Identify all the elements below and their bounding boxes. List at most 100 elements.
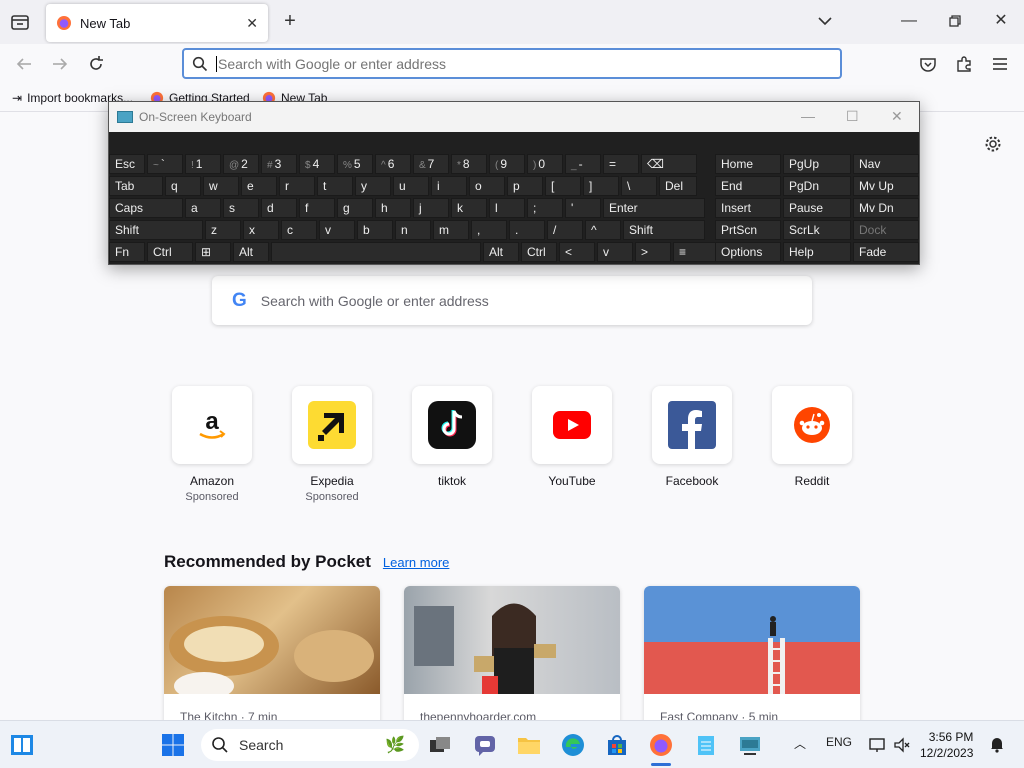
osk-key[interactable]: \ xyxy=(621,176,657,196)
osk-key[interactable]: @2 xyxy=(223,154,259,174)
taskbar-search[interactable]: Search 🌿 xyxy=(201,729,419,761)
osk-key[interactable]: ' xyxy=(565,198,601,218)
notification-bell-icon[interactable] xyxy=(988,735,1006,753)
shortcut-tiktok[interactable]: tiktok xyxy=(412,386,492,488)
file-explorer-icon[interactable] xyxy=(517,733,541,757)
pocket-icon[interactable] xyxy=(918,54,938,74)
osk-side-key[interactable]: Home xyxy=(715,154,781,174)
osk-key[interactable]: . xyxy=(509,220,545,240)
osk-key[interactable]: ] xyxy=(583,176,619,196)
learn-more-link[interactable]: Learn more xyxy=(383,555,449,570)
osk-side-key[interactable]: PgUp xyxy=(783,154,851,174)
display-icon[interactable] xyxy=(868,736,886,754)
osk-key[interactable]: t xyxy=(317,176,353,196)
osk-key[interactable]: ; xyxy=(527,198,563,218)
osk-side-key[interactable]: Fade xyxy=(853,242,919,262)
osk-key[interactable]: b xyxy=(357,220,393,240)
osk-side-key[interactable]: ScrLk xyxy=(783,220,851,240)
pocket-card[interactable]: thepennyhoarder.com xyxy=(404,586,620,720)
osk-key[interactable]: k xyxy=(451,198,487,218)
osk-key[interactable]: ⊞ xyxy=(195,242,231,262)
osk-key[interactable]: r xyxy=(279,176,315,196)
osk-key[interactable]: e xyxy=(241,176,277,196)
start-icon[interactable] xyxy=(161,733,185,757)
firefox-icon[interactable] xyxy=(649,733,673,757)
microsoft-store-icon[interactable] xyxy=(605,733,629,757)
pocket-card[interactable]: The Kitchn · 7 min xyxy=(164,586,380,720)
shortcut-expedia[interactable]: Expedia Sponsored xyxy=(292,386,372,503)
close-window-icon[interactable]: ✕ xyxy=(992,12,1010,30)
osk-side-key[interactable]: PrtScn xyxy=(715,220,781,240)
osk-key[interactable]: v xyxy=(319,220,355,240)
minimize-icon[interactable]: — xyxy=(900,12,918,30)
osk-key[interactable]: w xyxy=(203,176,239,196)
tab-new-tab[interactable]: New Tab ✕ xyxy=(46,4,268,42)
osk-key[interactable]: ^ xyxy=(585,220,621,240)
address-input[interactable] xyxy=(218,55,840,72)
osk-key[interactable]: s xyxy=(223,198,259,218)
osk-side-key[interactable]: End xyxy=(715,176,781,196)
osk-key[interactable]: , xyxy=(471,220,507,240)
osk-key[interactable]: Alt xyxy=(233,242,269,262)
osk-key[interactable]: l xyxy=(489,198,525,218)
osk-key[interactable]: n xyxy=(395,220,431,240)
osk-key[interactable]: > xyxy=(635,242,671,262)
extensions-icon[interactable] xyxy=(954,54,974,74)
pocket-card[interactable]: Fast Company · 5 min xyxy=(644,586,860,720)
osk-key[interactable]: (9 xyxy=(489,154,525,174)
osk-key[interactable]: & 7 xyxy=(413,154,449,174)
osk-key[interactable]: Tab xyxy=(109,176,163,196)
osk-side-key[interactable]: Dock xyxy=(853,220,919,240)
list-all-tabs-icon[interactable] xyxy=(8,11,32,33)
osk-key[interactable]: Del xyxy=(659,176,697,196)
osk-key[interactable]: p xyxy=(507,176,543,196)
osk-key[interactable]: ^ 6 xyxy=(375,154,411,174)
volume-muted-icon[interactable] xyxy=(893,736,911,754)
osk-key[interactable]: ) 0 xyxy=(527,154,563,174)
osk-key[interactable]: g xyxy=(337,198,373,218)
osk-key[interactable]: c xyxy=(281,220,317,240)
osk-key[interactable]: y xyxy=(355,176,391,196)
forward-icon[interactable] xyxy=(50,54,70,74)
osk-key[interactable]: Alt xyxy=(483,242,519,262)
osk-side-key[interactable]: Mv Up xyxy=(853,176,919,196)
osk-key[interactable]: h xyxy=(375,198,411,218)
osk-key[interactable]: f xyxy=(299,198,335,218)
address-bar[interactable] xyxy=(182,48,842,79)
osk-key[interactable]: j xyxy=(413,198,449,218)
osk-key[interactable]: d xyxy=(261,198,297,218)
osk-key[interactable]: = xyxy=(603,154,639,174)
notepad-icon[interactable] xyxy=(694,733,718,757)
new-tab-button[interactable]: + xyxy=(280,11,300,33)
osk-key[interactable]: a xyxy=(185,198,221,218)
on-screen-keyboard-app-icon[interactable] xyxy=(738,733,762,757)
osk-key[interactable]: i xyxy=(431,176,467,196)
task-view-icon[interactable] xyxy=(428,733,452,757)
reload-icon[interactable] xyxy=(86,54,106,74)
osk-key[interactable]: q xyxy=(165,176,201,196)
back-icon[interactable] xyxy=(14,54,34,74)
maximize-icon[interactable]: ☐ xyxy=(846,108,859,125)
teams-chat-icon[interactable] xyxy=(473,733,497,757)
language-indicator[interactable]: ENG xyxy=(826,735,852,749)
osk-key[interactable] xyxy=(271,242,481,262)
osk-key[interactable]: Shift xyxy=(623,220,705,240)
osk-key[interactable]: ! 1 xyxy=(185,154,221,174)
shortcut-facebook[interactable]: Facebook xyxy=(652,386,732,488)
osk-key[interactable]: Ctrl xyxy=(521,242,557,262)
menu-icon[interactable] xyxy=(990,54,1010,74)
osk-side-key[interactable]: Pause xyxy=(783,198,851,218)
osk-key[interactable]: m xyxy=(433,220,469,240)
clock[interactable]: 3:56 PM 12/2/2023 xyxy=(920,729,973,761)
chevron-down-icon[interactable] xyxy=(816,12,834,30)
osk-side-key[interactable]: Insert xyxy=(715,198,781,218)
osk-key[interactable]: Esc xyxy=(109,154,145,174)
close-icon[interactable]: ✕ xyxy=(891,108,903,125)
osk-key[interactable]: * 8 xyxy=(451,154,487,174)
minimize-icon[interactable]: — xyxy=(801,108,815,124)
restore-icon[interactable] xyxy=(946,12,964,30)
osk-key[interactable]: o xyxy=(469,176,505,196)
osk-side-key[interactable]: PgDn xyxy=(783,176,851,196)
osk-key[interactable]: ~ ` xyxy=(147,154,183,174)
edge-icon[interactable] xyxy=(561,733,585,757)
